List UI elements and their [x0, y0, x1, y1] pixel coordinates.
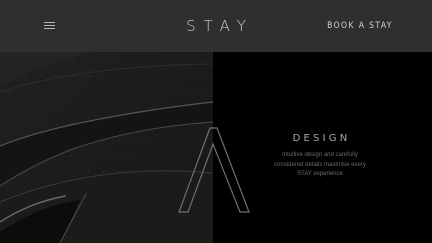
architecture-photo: [0, 52, 213, 243]
site-header: STAY BOOK A STAY: [0, 0, 432, 52]
feature-description-line: considered details maximise every: [274, 161, 366, 168]
feature-title: DESIGN: [292, 133, 351, 144]
book-a-stay-button[interactable]: BOOK A STAY: [322, 17, 398, 35]
menu-line: [44, 25, 55, 26]
feature-description: Intuitive design and carefully considere…: [267, 151, 373, 180]
menu-line: [44, 22, 55, 23]
site-logo[interactable]: STAY: [166, 17, 266, 35]
feature-description-line: Intuitive design and carefully: [282, 152, 358, 158]
feature-description-line: STAY experience: [297, 171, 343, 177]
menu-line: [44, 28, 55, 29]
hamburger-menu-icon[interactable]: [40, 17, 60, 35]
design-feature-panel: DESIGN Intuitive design and carefully co…: [213, 52, 432, 243]
